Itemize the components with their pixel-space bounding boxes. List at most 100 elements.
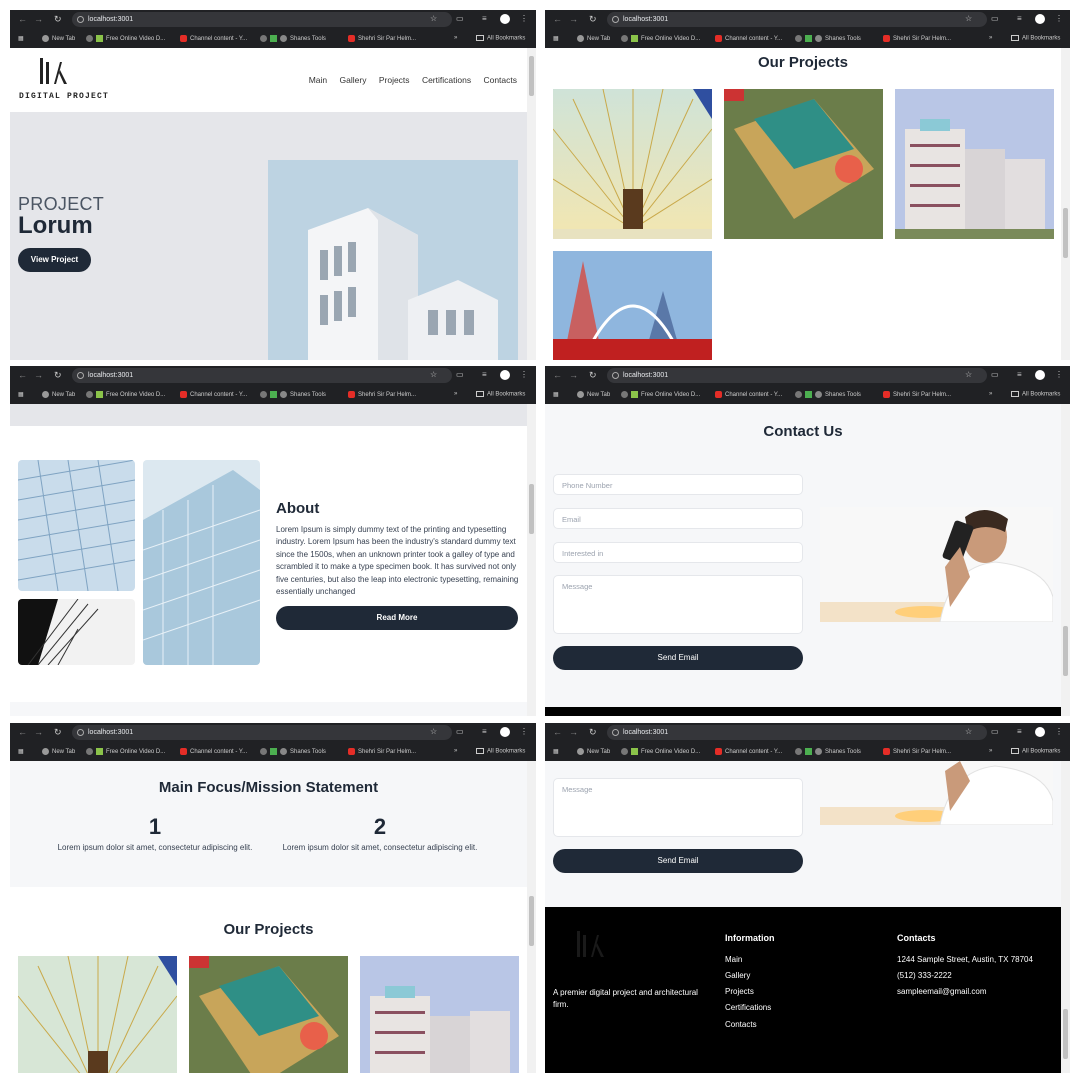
nav-contacts[interactable]: Contacts [483, 75, 517, 85]
all-bookmarks[interactable]: All Bookmarks [1011, 35, 1060, 42]
nav-gallery[interactable]: Gallery [340, 75, 367, 85]
bookmark-channel-content[interactable]: Channel content - Y... [180, 748, 247, 755]
menu-kebab-icon[interactable]: ⋮ [520, 727, 528, 736]
back-arrow-icon[interactable]: ← [18, 727, 27, 737]
message-textarea[interactable]: Message [553, 778, 803, 837]
apps-grid-icon[interactable]: ▦ [18, 748, 24, 755]
bookmark-shanes-tools[interactable]: Shanes Tools [260, 391, 326, 398]
bookmark-channel-content[interactable]: Channel content - Y... [180, 35, 247, 42]
bookmark-channel-content[interactable]: Channel content - Y... [715, 35, 782, 42]
phone-number-input[interactable]: Phone Number [553, 474, 803, 495]
bookmark-shanes-tools[interactable]: Shanes Tools [795, 748, 861, 755]
menu-kebab-icon[interactable]: ⋮ [520, 370, 528, 379]
project-image-arch[interactable] [553, 251, 712, 360]
site-info-icon[interactable] [612, 16, 619, 23]
address-bar[interactable]: localhost:3001 [607, 725, 987, 740]
bookmark-channel-content[interactable]: Channel content - Y... [715, 391, 782, 398]
scrollbar[interactable] [527, 48, 536, 360]
bookmarks-overflow[interactable]: » [989, 35, 992, 41]
project-image-towers[interactable] [895, 89, 1054, 239]
nav-certifications[interactable]: Certifications [422, 75, 471, 85]
media-controls-icon[interactable]: ≡ [482, 370, 487, 379]
apps-grid-icon[interactable]: ▦ [553, 35, 559, 42]
extensions-icon[interactable]: ▭ [456, 370, 464, 379]
bookmark-new-tab[interactable]: New Tab [577, 35, 610, 42]
apps-grid-icon[interactable]: ▦ [18, 35, 24, 42]
bookmark-shehri-sir[interactable]: Shehri Sir Par Helm... [348, 391, 416, 398]
bookmark-shehri-sir[interactable]: Shehri Sir Par Helm... [348, 35, 416, 42]
all-bookmarks[interactable]: All Bookmarks [476, 748, 525, 755]
extensions-icon[interactable]: ▭ [991, 370, 999, 379]
bookmark-video-downloader[interactable]: Free Online Video D... [86, 391, 165, 398]
scrollbar[interactable] [527, 404, 536, 716]
media-controls-icon[interactable]: ≡ [1017, 727, 1022, 736]
back-arrow-icon[interactable]: ← [553, 14, 562, 24]
forward-arrow-icon[interactable]: → [34, 14, 43, 24]
project-image-sunburst[interactable] [553, 89, 712, 239]
forward-arrow-icon[interactable]: → [34, 370, 43, 380]
media-controls-icon[interactable]: ≡ [482, 727, 487, 736]
extensions-icon[interactable]: ▭ [991, 727, 999, 736]
media-controls-icon[interactable]: ≡ [1017, 370, 1022, 379]
bookmark-channel-content[interactable]: Channel content - Y... [715, 748, 782, 755]
bookmark-new-tab[interactable]: New Tab [42, 748, 75, 755]
media-controls-icon[interactable]: ≡ [1017, 14, 1022, 23]
bookmark-shehri-sir[interactable]: Shehri Sir Par Helm... [883, 35, 951, 42]
apps-grid-icon[interactable]: ▦ [18, 391, 24, 398]
media-controls-icon[interactable]: ≡ [482, 14, 487, 23]
bookmarks-overflow[interactable]: » [989, 748, 992, 754]
interested-in-input[interactable]: Interested in [553, 542, 803, 563]
scrollbar[interactable] [1061, 761, 1070, 1073]
message-textarea[interactable]: Message [553, 575, 803, 634]
profile-avatar[interactable] [1035, 727, 1045, 737]
reload-icon[interactable]: ↻ [589, 14, 597, 25]
forward-arrow-icon[interactable]: → [569, 370, 578, 380]
site-info-icon[interactable] [77, 372, 84, 379]
forward-arrow-icon[interactable]: → [569, 727, 578, 737]
footer-link-projects[interactable]: Projects [725, 987, 754, 996]
read-more-button[interactable]: Read More [276, 606, 518, 630]
bookmarks-overflow[interactable]: » [454, 391, 457, 397]
bookmark-star-icon[interactable]: ☆ [965, 370, 972, 379]
all-bookmarks[interactable]: All Bookmarks [476, 35, 525, 42]
profile-avatar[interactable] [500, 727, 510, 737]
back-arrow-icon[interactable]: ← [553, 370, 562, 380]
bookmark-star-icon[interactable]: ☆ [430, 370, 437, 379]
profile-avatar[interactable] [500, 370, 510, 380]
project-image-arena[interactable] [724, 89, 883, 239]
scrollbar[interactable] [1061, 48, 1070, 360]
scrollbar[interactable] [1061, 404, 1070, 716]
bookmarks-overflow[interactable]: » [989, 391, 992, 397]
menu-kebab-icon[interactable]: ⋮ [1055, 370, 1063, 379]
bookmarks-overflow[interactable]: » [454, 35, 457, 41]
bookmark-video-downloader[interactable]: Free Online Video D... [621, 748, 700, 755]
profile-avatar[interactable] [1035, 14, 1045, 24]
all-bookmarks[interactable]: All Bookmarks [476, 391, 525, 398]
profile-avatar[interactable] [1035, 370, 1045, 380]
profile-avatar[interactable] [500, 14, 510, 24]
site-info-icon[interactable] [77, 16, 84, 23]
bookmark-video-downloader[interactable]: Free Online Video D... [86, 35, 165, 42]
forward-arrow-icon[interactable]: → [34, 727, 43, 737]
email-input[interactable]: Email [553, 508, 803, 529]
menu-kebab-icon[interactable]: ⋮ [520, 14, 528, 23]
bookmark-video-downloader[interactable]: Free Online Video D... [621, 35, 700, 42]
menu-kebab-icon[interactable]: ⋮ [1055, 14, 1063, 23]
back-arrow-icon[interactable]: ← [553, 727, 562, 737]
nav-projects[interactable]: Projects [379, 75, 410, 85]
bookmark-shanes-tools[interactable]: Shanes Tools [260, 35, 326, 42]
all-bookmarks[interactable]: All Bookmarks [1011, 391, 1060, 398]
bookmark-new-tab[interactable]: New Tab [577, 748, 610, 755]
project-image-arena[interactable] [189, 956, 348, 1073]
site-info-icon[interactable] [612, 729, 619, 736]
send-email-button[interactable]: Send Email [553, 849, 803, 873]
bookmark-star-icon[interactable]: ☆ [430, 727, 437, 736]
apps-grid-icon[interactable]: ▦ [553, 748, 559, 755]
site-info-icon[interactable] [77, 729, 84, 736]
footer-link-certifications[interactable]: Certifications [725, 1003, 771, 1012]
reload-icon[interactable]: ↻ [54, 14, 62, 25]
address-bar[interactable]: localhost:3001 [72, 368, 452, 383]
bookmark-video-downloader[interactable]: Free Online Video D... [621, 391, 700, 398]
bookmark-new-tab[interactable]: New Tab [577, 391, 610, 398]
forward-arrow-icon[interactable]: → [569, 14, 578, 24]
